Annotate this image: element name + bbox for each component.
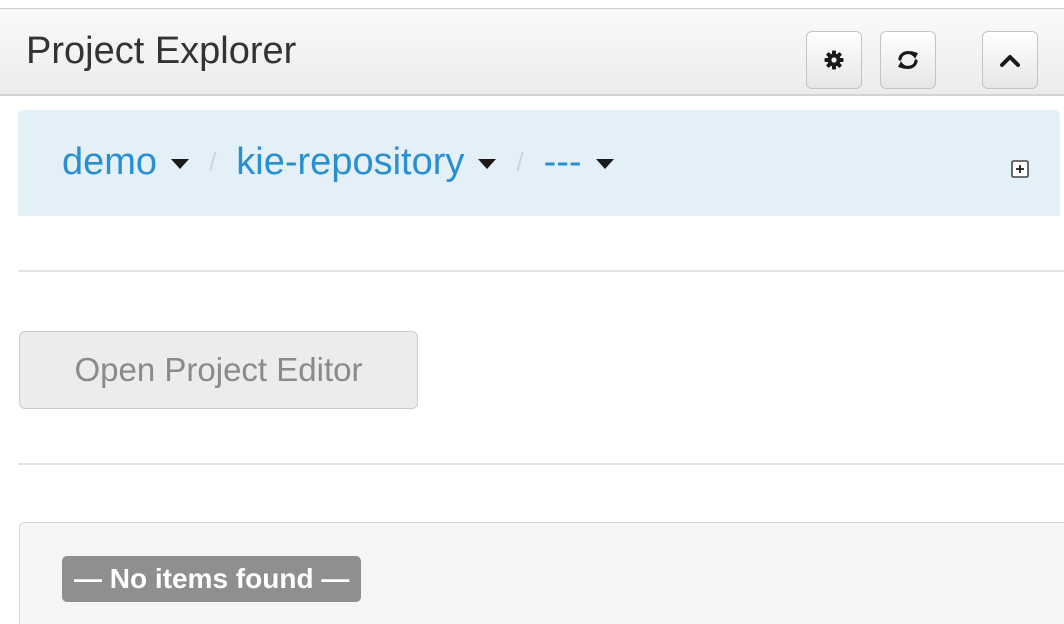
breadcrumb-separator: / bbox=[516, 146, 524, 177]
project-label: --- bbox=[543, 140, 582, 183]
project-explorer-panel: Project Explorer demo / kie-repository /… bbox=[0, 0, 1064, 624]
plus-square-icon[interactable] bbox=[1011, 160, 1029, 178]
repository-label: kie-repository bbox=[236, 140, 465, 183]
panel-header: Project Explorer bbox=[0, 8, 1064, 96]
collapse-button[interactable] bbox=[982, 31, 1038, 89]
organizational-unit-dropdown[interactable]: demo bbox=[62, 140, 190, 184]
refresh-icon bbox=[898, 51, 918, 69]
organizational-unit-label: demo bbox=[62, 140, 158, 183]
breadcrumb-separator: / bbox=[209, 146, 217, 177]
empty-list-badge: — No items found — bbox=[62, 556, 362, 602]
gear-icon bbox=[824, 50, 844, 70]
items-list: — No items found — bbox=[19, 522, 1064, 624]
divider bbox=[18, 463, 1064, 465]
chevron-up-icon bbox=[1000, 55, 1020, 67]
breadcrumb: demo / kie-repository / --- bbox=[18, 110, 1060, 216]
divider bbox=[18, 270, 1064, 272]
project-dropdown[interactable]: --- bbox=[544, 141, 614, 184]
panel-title: Project Explorer bbox=[26, 30, 297, 72]
repository-dropdown[interactable]: kie-repository bbox=[236, 140, 497, 184]
caret-down-icon bbox=[171, 159, 190, 169]
caret-down-icon bbox=[478, 159, 497, 169]
breadcrumb-row: demo / kie-repository / --- bbox=[62, 138, 614, 186]
settings-button[interactable] bbox=[806, 31, 862, 89]
caret-down-icon bbox=[595, 159, 614, 169]
refresh-button[interactable] bbox=[880, 31, 936, 89]
open-project-editor-button[interactable]: Open Project Editor bbox=[19, 331, 418, 409]
